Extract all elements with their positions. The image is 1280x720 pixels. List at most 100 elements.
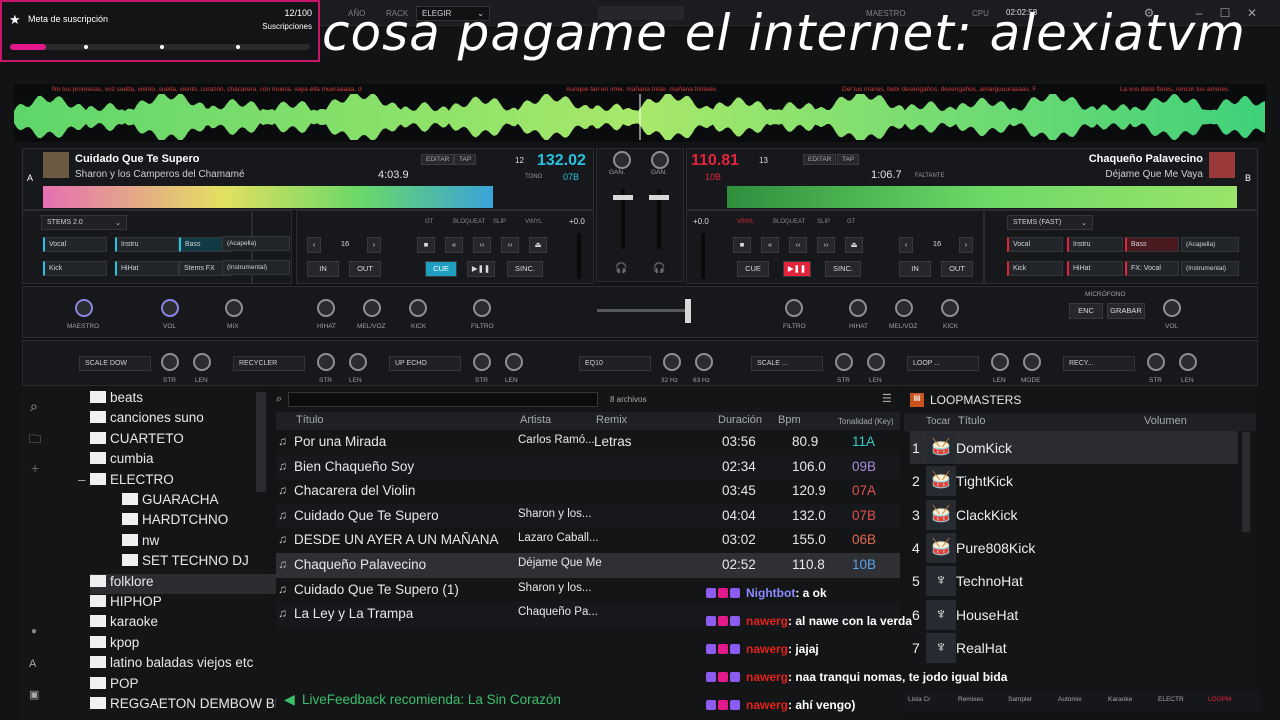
hihat-a-knob[interactable] <box>317 299 335 317</box>
track-row[interactable]: ♫ Bien Chaqueño Soy 02:34 106.0 09B <box>276 454 900 480</box>
fader-b-handle[interactable] <box>649 195 669 200</box>
loop-double-b-button[interactable]: › <box>959 237 973 253</box>
kick-b-knob[interactable] <box>941 299 959 317</box>
fx-b2-len-knob[interactable] <box>991 353 1009 371</box>
eject-b-button[interactable]: ⏏ <box>845 237 863 253</box>
drum-icon[interactable]: 🥁 <box>926 499 956 530</box>
fx-b1-len-knob[interactable] <box>867 353 885 371</box>
loop-half-a-button[interactable]: ‹ <box>307 237 321 253</box>
crossfader-handle[interactable] <box>685 299 691 323</box>
stem-b-bass[interactable]: Bass <box>1125 237 1179 252</box>
stem-b-instrumental[interactable]: (Instrumental) <box>1181 261 1239 276</box>
play-b-button[interactable]: ▶❚❚ <box>783 261 811 277</box>
deck-a-overview-waveform[interactable] <box>43 186 493 208</box>
pitch-slider-a[interactable] <box>577 233 581 279</box>
deck-b-overview-waveform[interactable] <box>727 186 1237 208</box>
folder-item[interactable]: HARDTCHNO <box>122 512 286 532</box>
col-title[interactable]: Título <box>296 414 324 426</box>
loop-in-b-button[interactable]: IN <box>899 261 931 277</box>
eq-mode-select[interactable]: EQ10 <box>579 356 651 371</box>
stem-a-instru[interactable]: Instru <box>115 237 179 252</box>
filter-a-knob[interactable] <box>473 299 491 317</box>
bottom-tab[interactable]: LOOPM <box>1208 696 1231 703</box>
collapse-icon[interactable]: – <box>78 472 86 487</box>
drum-icon[interactable]: 🥁 <box>926 532 956 563</box>
deck-b-edit-button[interactable]: EDITAR <box>803 154 837 165</box>
rw-a-button[interactable]: ‹‹ <box>473 237 491 253</box>
stem-a-acapella[interactable]: (Acapella) <box>222 236 290 251</box>
melvoz-a-knob[interactable] <box>363 299 381 317</box>
loop-out-b-button[interactable]: OUT <box>941 261 973 277</box>
fx-a2-len-knob[interactable] <box>349 353 367 371</box>
fx-b1-select[interactable]: SCALE ... <box>751 356 823 371</box>
headphones-a-icon[interactable]: 🎧 <box>615 263 627 274</box>
fw-a-button[interactable]: ›› <box>501 237 519 253</box>
folder-item[interactable]: GUARACHA <box>122 492 286 512</box>
stem-b-instru[interactable]: Instru <box>1067 237 1123 252</box>
add-folder-icon[interactable]: 🗀 <box>29 430 41 451</box>
track-row[interactable]: ♫ Cuidado Que Te Supero Sharon y los... 04:… <box>276 503 900 529</box>
col-artist[interactable]: Artista <box>520 414 551 426</box>
window-icon[interactable]: ▣ <box>29 688 39 701</box>
folder-item[interactable]: folklore <box>90 573 286 594</box>
col-duration[interactable]: Duración <box>718 414 762 426</box>
folder-item[interactable]: HIPHOP <box>90 594 286 614</box>
stem-b-kick[interactable]: Kick <box>1007 261 1063 276</box>
filter-b-knob[interactable] <box>785 299 803 317</box>
eq-32hz-knob[interactable] <box>663 353 681 371</box>
fx-a2-select[interactable]: RECYCLER <box>233 356 305 371</box>
folder-item[interactable]: karaoke <box>90 614 286 634</box>
master-knob[interactable] <box>75 299 93 317</box>
folder-tree[interactable]: beats canciones suno CUARTETO cumbia – ELECTR… <box>54 388 286 720</box>
crossfader-track[interactable] <box>597 309 687 312</box>
sync-b-button[interactable]: SINC. <box>825 261 861 277</box>
fx-b1-str-knob[interactable] <box>835 353 853 371</box>
fx-a3-select[interactable]: UP ECHO <box>389 356 461 371</box>
track-row[interactable]: ♫ Chacarera del Violin 03:45 120.9 07A <box>276 479 900 504</box>
vol-a-knob[interactable] <box>161 299 179 317</box>
gain-b-knob[interactable] <box>651 151 669 169</box>
rewind-b-button[interactable]: « <box>761 237 779 253</box>
fx-a1-len-knob[interactable] <box>193 353 211 371</box>
deck-b-tap-button[interactable]: TAP <box>837 154 860 165</box>
pitch-slider-b[interactable] <box>701 233 705 279</box>
col-remix[interactable]: Remix <box>596 414 627 426</box>
fx-a3-len-knob[interactable] <box>505 353 523 371</box>
stem-b-fx[interactable]: FX: Vocal <box>1125 261 1179 276</box>
dot-icon[interactable]: ● <box>31 626 37 637</box>
text-size-icon[interactable]: A <box>29 658 36 670</box>
fw-b-button[interactable]: ›› <box>817 237 835 253</box>
fx-b3-str-knob[interactable] <box>1147 353 1165 371</box>
folder-item[interactable]: latino baladas viejos etc <box>90 655 286 675</box>
drum-icon[interactable]: 🥁 <box>926 466 956 497</box>
stem-a-vocal[interactable]: Vocal <box>43 237 107 252</box>
gain-a-knob[interactable] <box>613 151 631 169</box>
mic-on-button[interactable]: ENC <box>1069 303 1103 319</box>
stems-mode-a-select[interactable]: STEMS 2.0 ⌄ <box>41 215 127 230</box>
col-play[interactable]: Tocar <box>926 416 950 427</box>
bottom-tab[interactable]: ELECTR <box>1158 696 1184 703</box>
col-bpm[interactable]: Bpm <box>778 414 801 426</box>
fader-a-handle[interactable] <box>613 195 633 200</box>
folder-item[interactable]: REGGAETON DEMBOW BR <box>90 696 286 716</box>
stop-b-button[interactable]: ■ <box>733 237 751 253</box>
hihat-b-knob[interactable] <box>849 299 867 317</box>
headphones-b-icon[interactable]: 🎧 <box>653 263 665 274</box>
lyrics-waveform-strip[interactable]: No tus promesas, voz suelta, viento. sue… <box>14 84 1266 142</box>
fx-b3-select[interactable]: RECY... <box>1063 356 1135 371</box>
sampler-scrollbar[interactable] <box>1242 432 1250 532</box>
play-a-button[interactable]: ▶❚❚ <box>467 261 495 277</box>
mic-vol-knob[interactable] <box>1163 299 1181 317</box>
fx-b3-len-knob[interactable] <box>1179 353 1197 371</box>
search-icon[interactable]: ⌕ <box>30 398 38 415</box>
track-row[interactable]: ♫ DESDE UN AYER A UN MAÑANA Lazaro Caball.… <box>276 528 900 553</box>
loop-out-a-button[interactable]: OUT <box>349 261 381 277</box>
stem-b-hihat[interactable]: HiHat <box>1067 261 1123 276</box>
fx-a1-str-knob[interactable] <box>161 353 179 371</box>
sample-item[interactable]: 3 🥁 ClackKick <box>910 498 1238 531</box>
stop-a-button[interactable]: ■ <box>417 237 435 253</box>
deck-a-edit-button[interactable]: EDITAR <box>421 154 455 165</box>
tree-scrollbar[interactable] <box>256 392 266 492</box>
cue-b-button[interactable]: CUE <box>737 261 769 277</box>
track-row[interactable]: ♫ Por una Mirada Carlos Ramó... Letras 03:56… <box>276 430 900 455</box>
